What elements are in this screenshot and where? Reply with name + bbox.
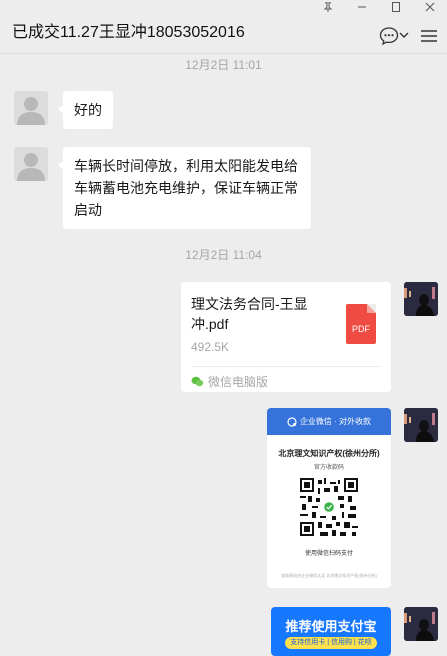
- message-bubble[interactable]: 好的: [58, 91, 113, 129]
- avatar[interactable]: [14, 147, 48, 181]
- maximize-icon: [392, 2, 400, 12]
- file-name: 理文法务合同-王显 冲.pdf: [191, 294, 331, 334]
- chat-header: 已成交11.27王显冲18053052016: [0, 0, 447, 54]
- file-name-line: 理文法务合同-王显: [191, 296, 308, 312]
- alipay-title: 推荐使用支付宝: [285, 619, 377, 634]
- chat-title: 已成交11.27王显冲18053052016: [12, 24, 245, 41]
- message-text-line: 车辆蓄电池充电维护，保证车辆正常: [74, 180, 298, 196]
- maximize-button[interactable]: [379, 0, 413, 14]
- avatar-photo-icon: [404, 607, 438, 641]
- message-timestamp: 12月2日 11:04: [185, 248, 262, 262]
- message-bubble[interactable]: 车辆长时间停放，利用太阳能发电给 车辆蓄电池充电维护，保证车辆正常 启动: [58, 147, 311, 229]
- close-button[interactable]: [413, 0, 447, 14]
- file-source: 微信电脑版: [191, 373, 268, 390]
- qr-card-header: 企业微信 · 对外收款: [267, 408, 391, 435]
- my-avatar[interactable]: [404, 282, 438, 316]
- chat-bubble-more-icon[interactable]: [379, 26, 399, 46]
- pin-icon: [323, 2, 333, 12]
- alipay-promo-card[interactable]: 推荐使用支付宝 支持信用卡 | 信用购 | 花呗: [271, 607, 391, 656]
- file-source-label: 微信电脑版: [208, 375, 269, 389]
- file-name-line: 冲.pdf: [191, 316, 229, 332]
- alipay-tag: 支持信用卡 | 信用购 | 花呗: [285, 637, 377, 649]
- qr-footer: 该收款码由企业微信认证 北京理文知识产权(徐州分所): [281, 573, 377, 578]
- minimize-icon: [358, 6, 366, 8]
- avatar-photo-icon: [404, 282, 438, 316]
- wechat-icon: [191, 376, 204, 387]
- file-size: 492.5K: [191, 340, 230, 354]
- qr-hint: 使用微信扫码支付: [304, 551, 353, 557]
- file-message-card[interactable]: 理文法务合同-王显 冲.pdf 492.5K PDF 微信电脑版: [181, 282, 391, 392]
- message-text: 好的: [74, 102, 102, 118]
- pdf-file-icon: PDF: [346, 304, 376, 344]
- menu-icon[interactable]: [421, 29, 437, 43]
- default-avatar-icon: [14, 91, 48, 125]
- qr-card-header-text: 企业微信 · 对外收款: [299, 417, 372, 426]
- pdf-label: PDF: [352, 324, 370, 334]
- chevron-down-icon[interactable]: [399, 30, 409, 40]
- pin-button[interactable]: [311, 0, 345, 14]
- message-timestamp: 12月2日 11:01: [185, 58, 262, 72]
- qr-code-icon: [300, 478, 358, 536]
- avatar-photo-icon: [404, 408, 438, 442]
- qr-org-name: 北京理文知识产权(徐州分所): [278, 449, 380, 458]
- my-avatar[interactable]: [404, 607, 438, 641]
- message-text-line: 启动: [74, 202, 102, 218]
- close-icon: [425, 2, 435, 12]
- wecom-icon: [287, 416, 297, 427]
- default-avatar-icon: [14, 147, 48, 181]
- avatar[interactable]: [14, 91, 48, 125]
- minimize-button[interactable]: [345, 0, 379, 14]
- window-controls: [311, 0, 447, 14]
- my-avatar[interactable]: [404, 408, 438, 442]
- payment-qr-card[interactable]: 企业微信 · 对外收款 北京理文知识产权(徐州分所) 官方收款码 使用微信扫码支…: [267, 408, 391, 588]
- message-text-line: 车辆长时间停放，利用太阳能发电给: [74, 158, 298, 174]
- qr-subtitle: 官方收款码: [313, 465, 344, 471]
- divider: [191, 366, 381, 367]
